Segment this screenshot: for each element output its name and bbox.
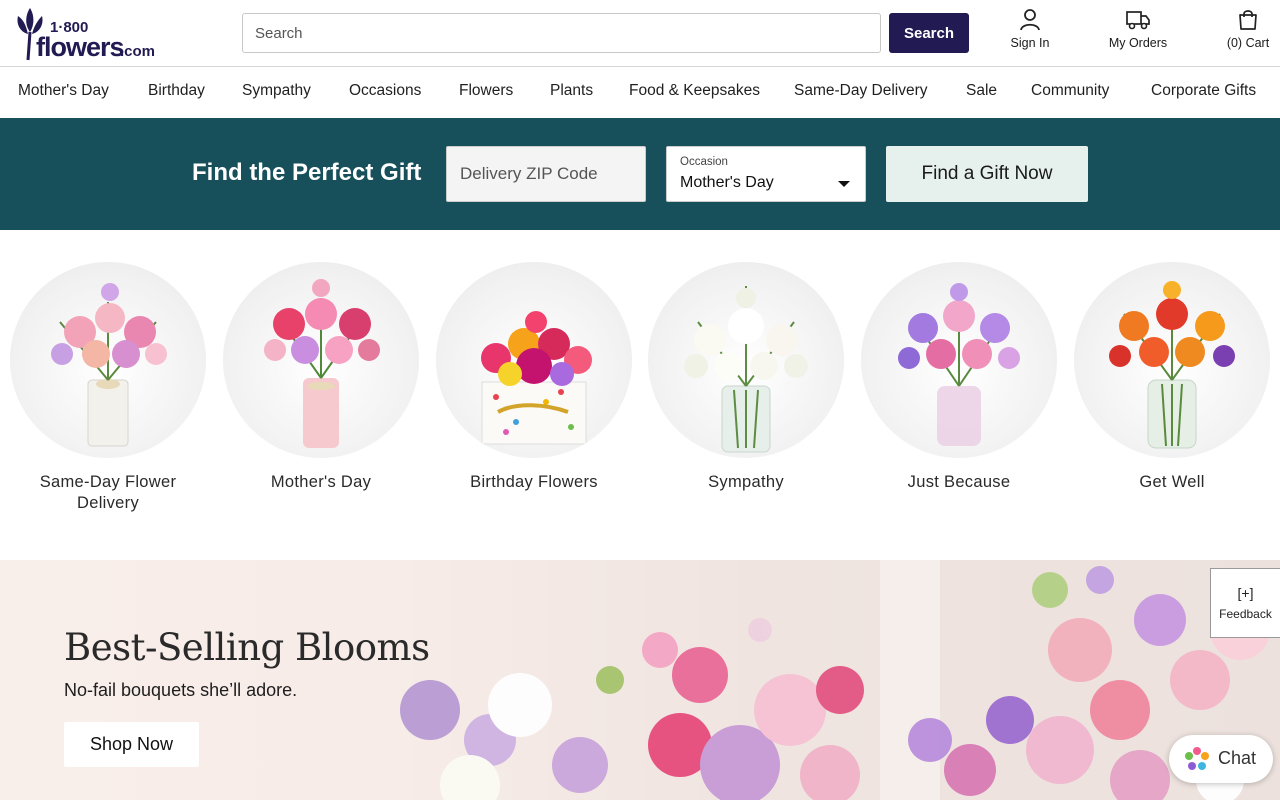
user-icon [1020,9,1040,31]
category-label: Same-Day Flower Delivery [39,473,177,512]
bouquet-image [1074,262,1270,458]
bouquet-image [223,262,419,458]
shop-now-button[interactable]: Shop Now [64,722,199,767]
nav-item-corporate-gifts[interactable]: Corporate Gifts [1151,82,1256,100]
nav-item-community[interactable]: Community [1031,82,1109,100]
find-gift-button[interactable]: Find a Gift Now [886,146,1088,202]
sign-in-label: Sign In [1010,36,1050,50]
bouquet-image [648,262,844,458]
zip-code-input[interactable] [446,146,646,202]
my-orders-link[interactable]: My Orders [1098,8,1178,50]
shopping-bag-icon [1239,10,1257,30]
feedback-tab[interactable]: [+] Feedback [1210,568,1280,638]
bouquet-image [861,262,1057,458]
chat-label: Chat [1218,748,1257,768]
chat-button[interactable]: Chat [1169,735,1273,783]
occasion-select[interactable]: Occasion Mother's Day [666,146,866,202]
sign-in-link[interactable]: Sign In [1002,8,1058,50]
nav-item-occasions[interactable]: Occasions [349,82,421,100]
search-button[interactable]: Search [889,13,969,53]
logo-text-tld: .com [120,43,155,60]
category-label: Sympathy [708,473,784,491]
plus-icon: [+] [1237,585,1254,601]
nav-item-mothers-day[interactable]: Mother's Day [18,82,109,100]
bouquet-image [436,262,632,458]
gift-finder-title: Find the Perfect Gift [192,159,422,186]
category-birthday[interactable]: Birthday Flowers [434,262,634,493]
main-nav: Mother's Day Birthday Sympathy Occasions… [0,68,1280,118]
category-label: Get Well [1139,473,1205,491]
nav-item-birthday[interactable]: Birthday [148,82,205,100]
brand-logo[interactable]: 1·800 flowers .com [8,2,158,64]
truck-icon [1126,11,1150,30]
my-orders-label: My Orders [1108,36,1168,50]
hero-subtitle: No-fail bouquets she’ll adore. [64,680,298,700]
nav-item-flowers[interactable]: Flowers [459,82,513,100]
feedback-label: Feedback [1219,607,1272,621]
nav-item-same-day-delivery[interactable]: Same-Day Delivery [794,82,928,100]
logo-text-main: flowers [36,32,124,62]
gift-finder-band: Find the Perfect Gift Occasion Mother's … [0,118,1280,230]
category-sympathy[interactable]: Sympathy [646,262,846,493]
nav-item-food-keepsakes[interactable]: Food & Keepsakes [629,82,760,100]
category-label: Mother's Day [270,473,372,491]
hero-title: Best-Selling Blooms [64,626,430,669]
cart-label: (0) Cart [1226,36,1270,50]
nav-item-sympathy[interactable]: Sympathy [242,82,311,100]
site-header: 1·800 flowers .com Search Sign In My Ord… [0,0,1280,67]
occasion-label: Occasion [680,156,728,168]
cart-link[interactable]: (0) Cart [1220,8,1276,50]
category-just-because[interactable]: Just Because [859,262,1059,493]
category-mothers-day[interactable]: Mother's Day [221,262,421,493]
occasion-value: Mother's Day [680,174,774,191]
nav-item-plants[interactable]: Plants [550,82,593,100]
category-get-well[interactable]: Get Well [1072,262,1272,493]
category-label: Birthday Flowers [470,473,598,491]
hero-banner: Best-Selling Blooms No-fail bouquets she… [0,560,1280,800]
category-label: Just Because [907,473,1011,491]
caret-down-icon [838,181,850,187]
bouquet-image [10,262,206,458]
category-same-day[interactable]: Same-Day Flower Delivery [8,262,208,514]
search-input[interactable] [242,13,881,53]
chat-flower-icon [1185,747,1209,770]
nav-item-sale[interactable]: Sale [966,82,997,100]
